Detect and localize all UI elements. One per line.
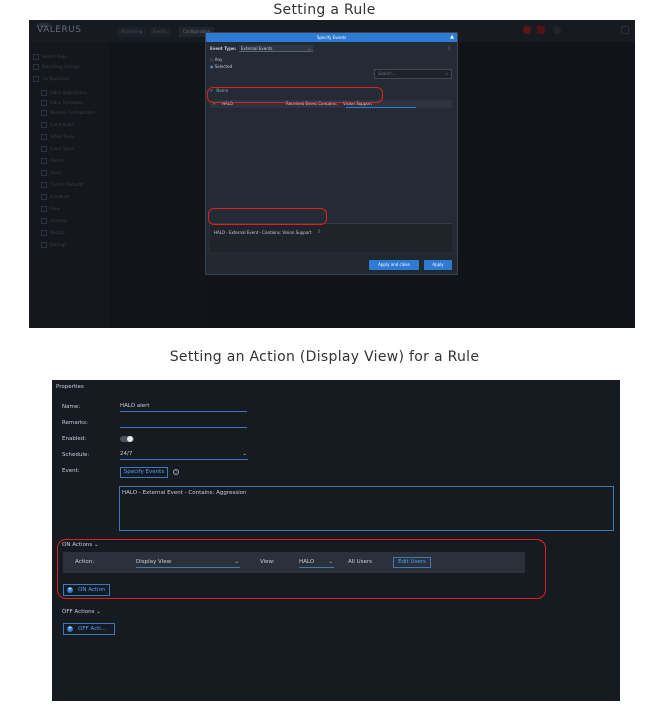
dialog-title: Specify Events (206, 33, 457, 42)
selected-event-item: HALO - External Event - Contains: Vision… (214, 230, 312, 235)
chevron-down-icon: ⌄ (307, 46, 311, 51)
name-input[interactable]: HALO alert (120, 402, 247, 412)
help-icon[interactable]: ? (173, 469, 179, 475)
event-summary-text: HALO - External Event - Contains: Aggres… (122, 490, 247, 496)
remarks-input[interactable] (120, 418, 247, 428)
event-type-select[interactable]: External Events ⌄ (239, 45, 313, 52)
chevron-down-icon: ⌄ (96, 609, 101, 615)
search-icon: ⌕ (445, 71, 448, 76)
highlight-on-actions (57, 539, 546, 599)
remarks-label: Remarks: (62, 420, 88, 426)
search-input[interactable]: Search... ⌕ (374, 69, 452, 79)
plus-icon: + (67, 625, 73, 632)
dialog-footer: Apply and close Apply (206, 255, 457, 274)
highlight-selected (208, 208, 327, 225)
screenshot-setting-rule: VIDEO VALERUS Monitoring Events Configur… (29, 20, 635, 328)
trash-icon[interactable]: ▯ (448, 45, 450, 50)
highlight-row (207, 87, 383, 103)
enabled-label: Enabled: (62, 436, 87, 442)
chevron-down-icon: ⌄ (242, 451, 247, 457)
radio-any[interactable]: ○ Any (210, 57, 222, 62)
add-off-action-button[interactable]: + OFF Acti... (63, 623, 115, 635)
apply-button[interactable]: Apply (424, 260, 452, 270)
caption-setting-rule: Setting a Rule (273, 2, 376, 18)
schedule-select[interactable]: 24/7 ⌄ (120, 450, 248, 460)
apply-and-close-button[interactable]: Apply and close (369, 260, 419, 270)
delete-icon[interactable]: ▯ (318, 228, 320, 233)
enabled-toggle[interactable] (120, 436, 134, 442)
caption-setting-action: Setting an Action (Display View) for a R… (169, 349, 480, 365)
name-label: Name: (62, 404, 81, 410)
close-icon[interactable]: ▲ (450, 33, 454, 42)
specify-events-dialog: Specify Events ▲ Event Type: External Ev… (205, 32, 458, 275)
event-summary-box: HALO - External Event - Contains: Aggres… (119, 486, 614, 531)
schedule-label: Schedule: (62, 452, 90, 458)
event-type-label: Event Type: (210, 46, 237, 51)
value-underline (346, 107, 416, 108)
screenshot-properties: Properties Name: HALO alert Remarks: Ena… (52, 380, 620, 701)
specify-events-button[interactable]: Specify Events (120, 467, 168, 478)
radio-selected[interactable]: ◉ Selected (210, 64, 232, 69)
properties-title: Properties (56, 384, 84, 390)
event-label: Event: (62, 468, 80, 474)
off-actions-toggle[interactable]: OFF Actions ⌄ (62, 609, 101, 615)
selected-events-area: HALO - External Event - Contains: Vision… (210, 223, 452, 252)
